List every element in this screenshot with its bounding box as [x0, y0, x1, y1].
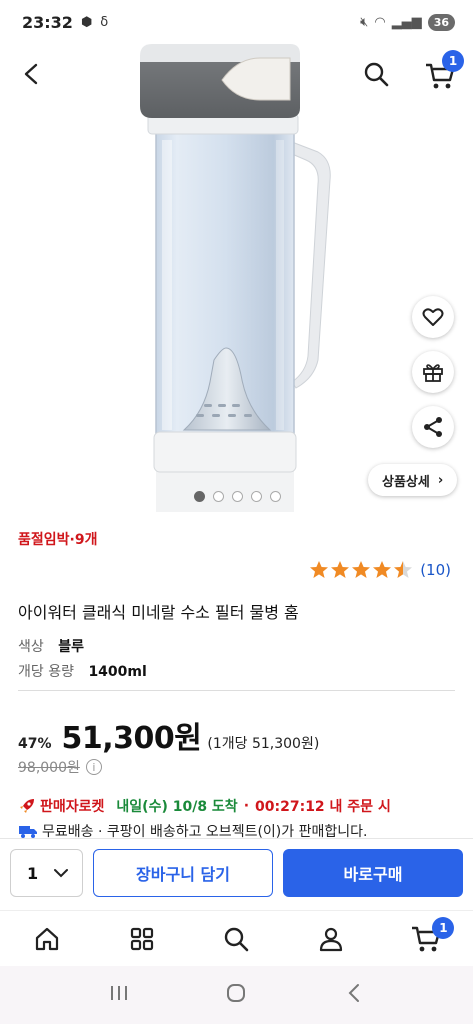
option-value: 블루 [58, 639, 84, 655]
share-icon [424, 417, 442, 437]
system-nav-bar [0, 966, 473, 1024]
rocket-icon [20, 799, 34, 813]
option-label: 개당 용량 [18, 664, 74, 680]
gift-button[interactable] [412, 351, 454, 393]
star-icons [310, 561, 413, 578]
status-time: 23:32 [22, 12, 73, 32]
order-separator: · [243, 798, 250, 814]
quantity-select[interactable]: 1 [10, 849, 83, 897]
home-circle-icon [227, 984, 246, 1002]
rating-stars [309, 560, 413, 580]
divider [18, 690, 455, 691]
product-detail-button[interactable]: 상품상세 › [368, 464, 458, 496]
data-icon: δ [100, 14, 109, 30]
carousel-dot[interactable] [232, 491, 243, 502]
arrival-date: 내일(수) 10/8 도착 [116, 799, 238, 815]
water-pitcher-illustration [140, 44, 331, 512]
search-button[interactable] [358, 56, 394, 92]
option-value: 1400ml [88, 664, 147, 680]
home-icon [36, 927, 59, 950]
nav-cart-badge: 1 [432, 917, 455, 939]
cart-button[interactable]: 1 [420, 50, 464, 96]
option-color: 색상 블루 [18, 636, 84, 656]
option-capacity: 개당 용량 1400ml [18, 661, 147, 681]
price-row: 47% 51,300원 (1개당 51,300원) [18, 713, 319, 757]
option-label: 색상 [18, 639, 44, 655]
share-button[interactable] [412, 406, 454, 448]
nav-category[interactable] [95, 911, 190, 966]
category-grid-icon [130, 927, 153, 950]
home-system-button[interactable] [225, 982, 247, 1008]
product-title: 아이워터 클래식 미네랄 수소 필터 물병 홈 [18, 603, 299, 622]
back-button[interactable] [14, 56, 50, 92]
rating[interactable]: (10) [309, 560, 451, 580]
purchase-bar: 1 장바구니 담기 바로구매 [0, 838, 473, 910]
status-right: 🔇︎ ◠ ▂▄▆ 36 [360, 13, 455, 31]
search-icon [225, 927, 249, 951]
original-price: 98,000원 [18, 760, 80, 776]
sale-price: 51,300원 [61, 721, 202, 756]
delivery-info: 판매자로켓 내일(수) 10/8 도착 · 00:27:12 내 주문 시 [18, 796, 391, 816]
buy-now-button[interactable]: 바로구매 [283, 849, 463, 897]
carousel-dot[interactable] [270, 491, 281, 502]
original-price-row: 98,000원 i [18, 757, 102, 777]
product-detail-label: 상품상세 [382, 474, 430, 490]
cart-count-badge: 1 [442, 50, 464, 72]
order-countdown: 00:27:12 내 주문 시 [255, 799, 391, 815]
chevron-left-icon [24, 63, 38, 85]
user-icon [319, 927, 343, 951]
recent-apps-button[interactable] [108, 983, 130, 1007]
heart-icon [422, 308, 444, 326]
review-count[interactable]: (10) [420, 561, 451, 579]
product-image[interactable] [0, 0, 473, 512]
back-system-button[interactable] [343, 982, 365, 1008]
carousel-dot[interactable] [251, 491, 262, 502]
carousel-dots [194, 491, 281, 502]
back-arrow-icon [348, 984, 360, 1002]
add-to-cart-button[interactable]: 장바구니 담기 [93, 849, 273, 897]
nav-my[interactable] [284, 911, 379, 966]
carousel-dot[interactable] [194, 491, 205, 502]
chevron-right-icon: › [437, 472, 444, 488]
truck-icon [19, 826, 37, 838]
nav-cart[interactable]: 1 [378, 911, 473, 966]
mute-icon: 🔇︎ [360, 14, 369, 30]
quantity-value: 1 [27, 863, 39, 883]
info-icon[interactable]: i [85, 759, 102, 775]
search-icon [364, 62, 389, 87]
gift-icon [423, 364, 443, 382]
chevron-down-icon [54, 869, 68, 878]
rocket-badge: 판매자로켓 [40, 799, 105, 815]
unit-price: (1개당 51,300원) [207, 736, 320, 752]
status-bar: 23:32 ⬢ δ 🔇︎ ◠ ▂▄▆ 36 [0, 0, 473, 44]
wishlist-button[interactable] [412, 296, 454, 338]
notification-icon: ⬢ [80, 14, 93, 30]
stock-notice: 품절임박·9개 [18, 532, 98, 548]
carousel-dot[interactable] [213, 491, 224, 502]
battery-indicator: 36 [427, 13, 455, 31]
nav-home[interactable] [0, 911, 95, 966]
bottom-nav: 1 [0, 910, 473, 966]
signal-icon: ▂▄▆ [391, 14, 422, 30]
recent-apps-icon [110, 986, 127, 1000]
nav-search[interactable] [189, 911, 284, 966]
wifi-icon: ◠ [374, 14, 386, 30]
discount-rate: 47% [18, 736, 52, 752]
